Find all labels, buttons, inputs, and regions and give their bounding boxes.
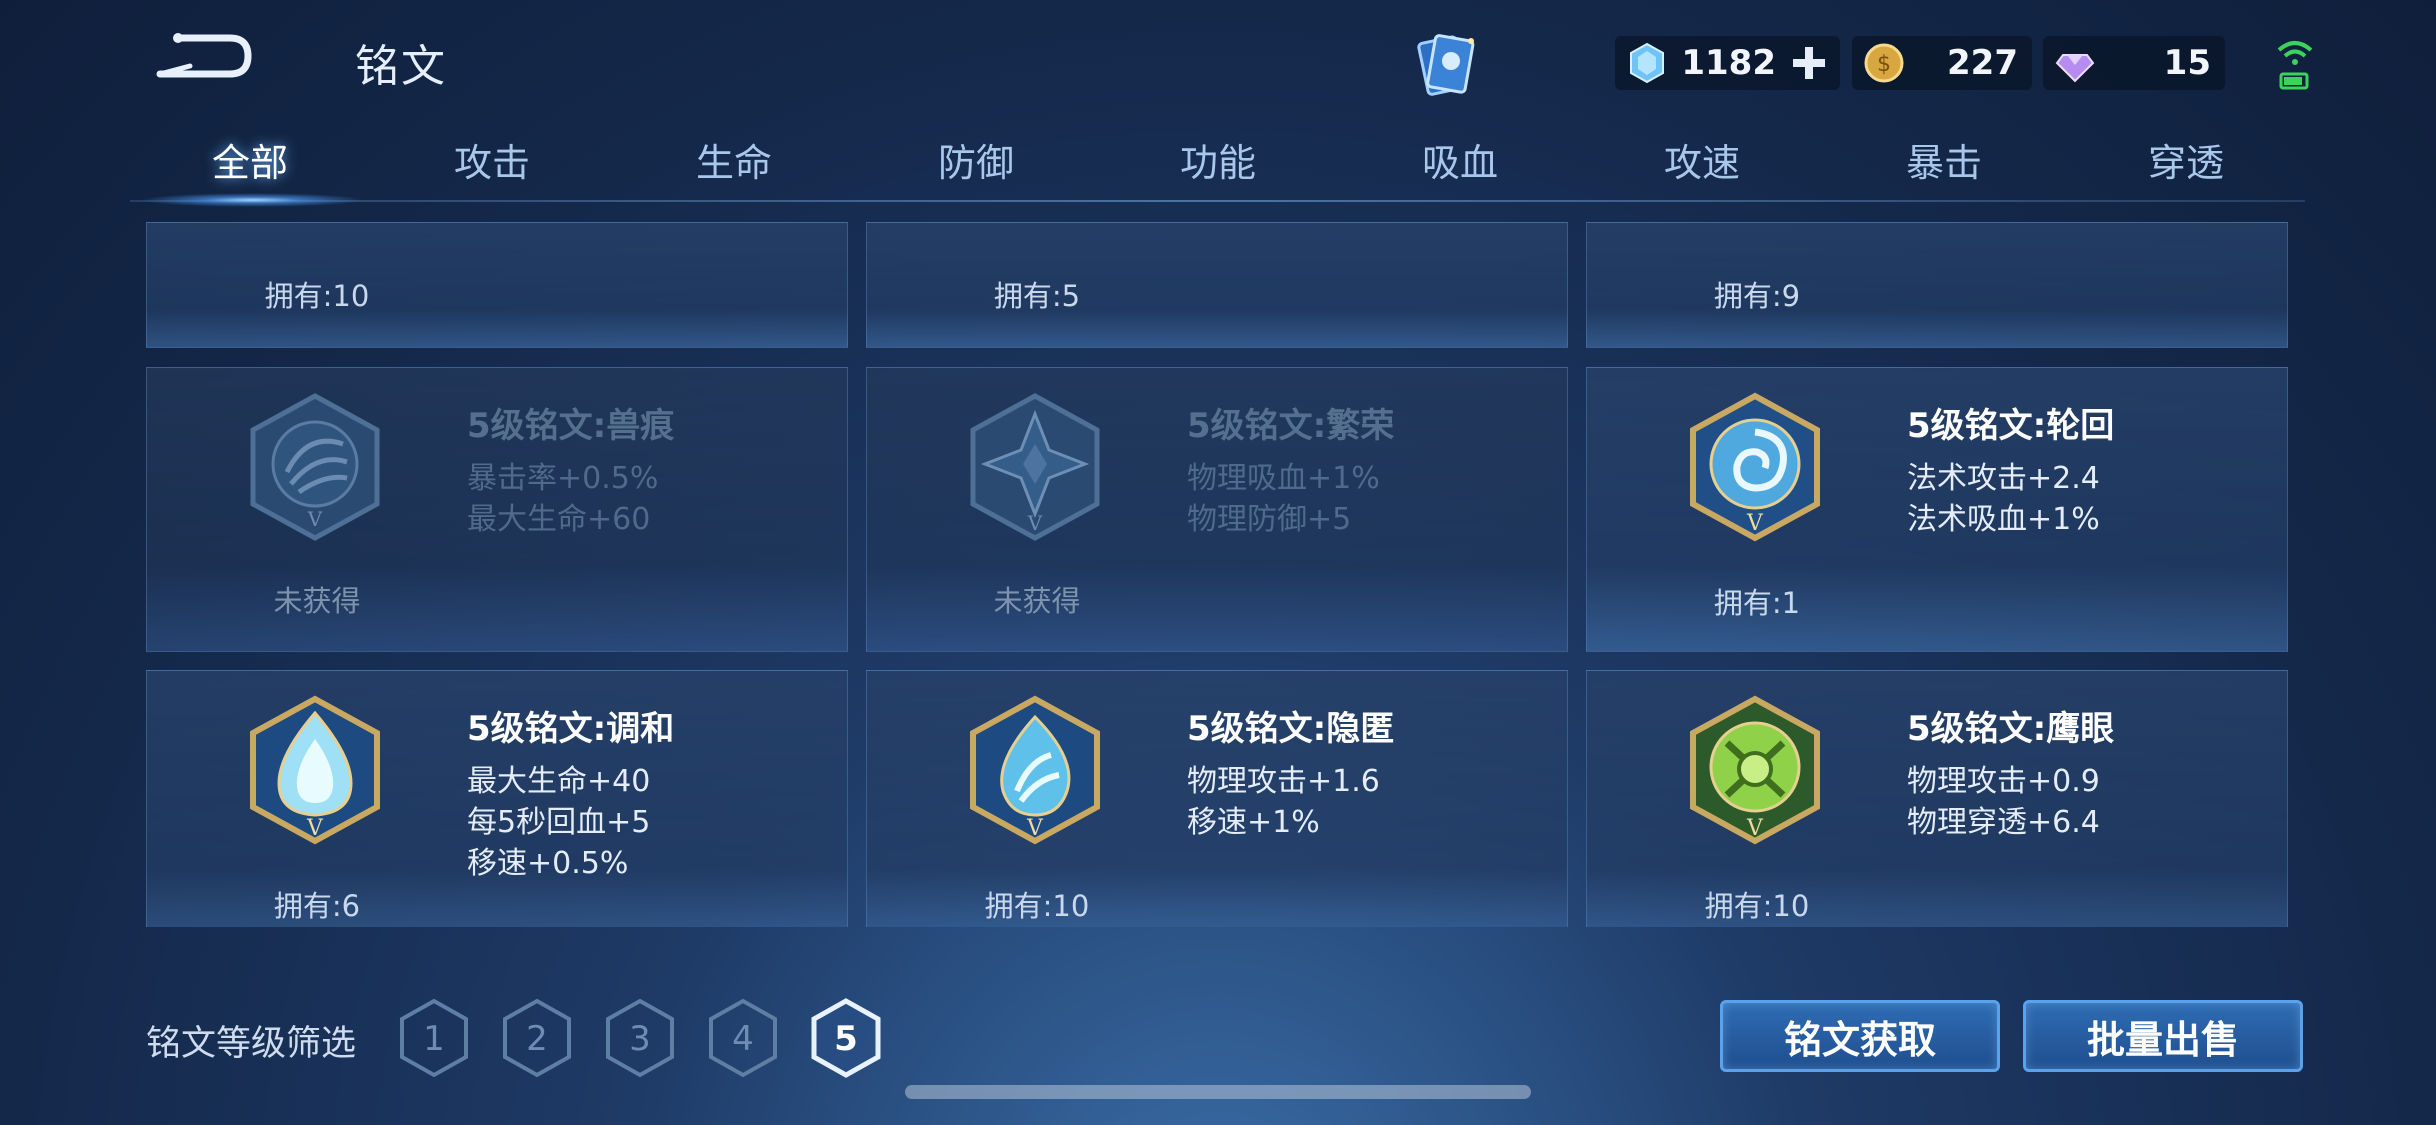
inscription-card-prosperity[interactable]: V 5级铭文:繁荣 物理吸血+1% 物理防御+5 未获得 [866, 367, 1568, 652]
inscription-card-hawkeye[interactable]: V 5级铭文:鹰眼 物理攻击+0.9 物理穿透+6.4 拥有:10 [1586, 670, 2288, 927]
inscription-attr: 物理防御+5 [1187, 502, 1352, 537]
gold-currency: $ 227 [1852, 36, 2032, 90]
active-tab-indicator [140, 193, 365, 207]
card-deck-icon[interactable] [1405, 25, 1485, 105]
tab-critical[interactable]: 暴击 [1844, 132, 2044, 187]
tab-utility[interactable]: 功能 [1118, 132, 1318, 187]
inscription-attr: 暴击率+0.5% [467, 461, 659, 496]
svg-text:$: $ [1877, 52, 1891, 77]
inscription-card[interactable]: 拥有:10 [146, 222, 848, 348]
purple-gem-icon [2055, 54, 2095, 83]
inscription-attr: 最大生命+60 [467, 502, 651, 537]
svg-text:V: V [1026, 816, 1044, 841]
inscription-attr: 每5秒回血+5 [467, 805, 651, 840]
diamond-value: 1182 [1681, 43, 1776, 83]
prosperity-emblem-icon: V [970, 393, 1100, 541]
bulk-sell-button[interactable]: 批量出售 [2023, 1000, 2303, 1072]
inscription-name: 5级铭文:鹰眼 [1907, 709, 2115, 749]
tab-all[interactable]: 全部 [150, 132, 350, 187]
inscription-name: 5级铭文:兽痕 [467, 406, 675, 446]
level-filter-1[interactable]: 1 [398, 998, 470, 1078]
beast-mark-emblem-icon: V [250, 393, 380, 541]
inscription-name: 5级铭文:调和 [467, 709, 675, 749]
svg-text:2: 2 [526, 1019, 548, 1059]
owned-count: 拥有:9 [1713, 279, 1801, 313]
page-title: 铭文 [355, 41, 447, 92]
gold-value: 227 [1947, 43, 2018, 83]
inscription-attr: 物理攻击+1.6 [1187, 764, 1380, 799]
tab-health[interactable]: 生命 [634, 132, 834, 187]
tab-attack-speed[interactable]: 攻速 [1602, 132, 1802, 187]
inscription-name: 5级铭文:繁荣 [1187, 406, 1395, 446]
level-filter-3[interactable]: 3 [604, 998, 676, 1078]
tab-lifesteal[interactable]: 吸血 [1360, 132, 1560, 187]
harmony-drop-emblem-icon: V [250, 695, 380, 845]
tab-defense[interactable]: 防御 [876, 132, 1076, 187]
back-arrow-icon [156, 33, 252, 78]
level-filter-5[interactable]: 5 [810, 998, 882, 1078]
inscription-card[interactable]: 拥有:5 [866, 222, 1568, 348]
inscription-attr: 移速+0.5% [467, 846, 629, 881]
inscription-attr: 物理攻击+0.9 [1907, 764, 2100, 799]
tab-divider [130, 200, 2305, 202]
svg-text:V: V [1746, 511, 1764, 536]
svg-text:5: 5 [834, 1019, 858, 1059]
hawkeye-emblem-icon: V [1690, 695, 1820, 845]
inscription-card[interactable]: 拥有:9 [1586, 222, 2288, 348]
svg-text:3: 3 [629, 1019, 651, 1059]
level-filter-label: 铭文等级筛选 [146, 1024, 357, 1064]
owned-count: 拥有:5 [993, 279, 1081, 313]
inscription-attr: 法术吸血+1% [1907, 502, 2100, 537]
inscription-card-stealth[interactable]: V 5级铭文:隐匿 物理攻击+1.6 移速+1% 拥有:10 [866, 670, 1568, 927]
inscription-name: 5级铭文:轮回 [1907, 406, 2115, 446]
svg-text:1: 1 [423, 1019, 445, 1059]
svg-text:4: 4 [732, 1019, 754, 1059]
owned-count: 未获得 [993, 584, 1081, 618]
get-inscription-button[interactable]: 铭文获取 [1720, 1000, 2000, 1072]
tab-attack[interactable]: 攻击 [392, 132, 592, 187]
tab-penetration[interactable]: 穿透 [2086, 132, 2286, 187]
inscription-card-beast-mark[interactable]: V 5级铭文:兽痕 暴击率+0.5% 最大生命+60 未获得 [146, 367, 848, 652]
inscription-card-harmony[interactable]: V 5级铭文:调和 最大生命+40 每5秒回血+5 移速+0.5% 拥有:6 [146, 670, 848, 927]
owned-count: 拥有:10 [264, 279, 370, 313]
svg-text:V: V [307, 507, 323, 531]
level-filter-2[interactable]: 2 [501, 998, 573, 1078]
gold-coin-icon: $ [1864, 43, 1904, 83]
back-button[interactable] [150, 28, 260, 88]
inscription-attr: 最大生命+40 [467, 764, 651, 799]
owned-count: 拥有:6 [273, 889, 361, 923]
inscription-card-samsara[interactable]: V 5级铭文:轮回 法术攻击+2.4 法术吸血+1% 拥有:1 [1586, 367, 2288, 652]
stealth-flame-emblem-icon: V [970, 695, 1100, 845]
gem-value: 15 [2163, 43, 2211, 83]
samsara-swirl-emblem-icon: V [1690, 392, 1820, 542]
inscription-grid[interactable]: 拥有:10 拥有:5 拥有:9 V 5级铭文:兽痕 暴击率+0.5% 最大生命+… [146, 222, 2290, 927]
owned-count: 拥有:1 [1713, 586, 1801, 620]
category-tabs: 全部 攻击 生命 防御 功能 吸血 攻速 暴击 穿透 [130, 132, 2305, 202]
inscription-attr: 法术攻击+2.4 [1907, 461, 2100, 496]
diamond-currency[interactable]: 1182 [1615, 36, 1840, 90]
inscription-attr: 移速+1% [1187, 805, 1320, 840]
svg-text:V: V [1746, 816, 1764, 841]
blue-crystal-icon [1630, 42, 1664, 84]
owned-count: 拥有:10 [984, 889, 1090, 923]
svg-text:V: V [306, 816, 324, 841]
owned-count: 拥有:10 [1704, 889, 1810, 923]
home-indicator[interactable] [905, 1085, 1531, 1099]
gem-currency: 15 [2043, 36, 2225, 90]
add-currency-icon[interactable] [1790, 44, 1828, 82]
level-filter-4[interactable]: 4 [707, 998, 779, 1078]
inscription-name: 5级铭文:隐匿 [1187, 709, 1395, 749]
owned-count: 未获得 [273, 584, 361, 618]
inscription-attr: 物理吸血+1% [1187, 461, 1380, 496]
inscription-attr: 物理穿透+6.4 [1907, 805, 2100, 840]
svg-text:V: V [1027, 511, 1043, 535]
wifi-battery-icon [2275, 36, 2315, 96]
